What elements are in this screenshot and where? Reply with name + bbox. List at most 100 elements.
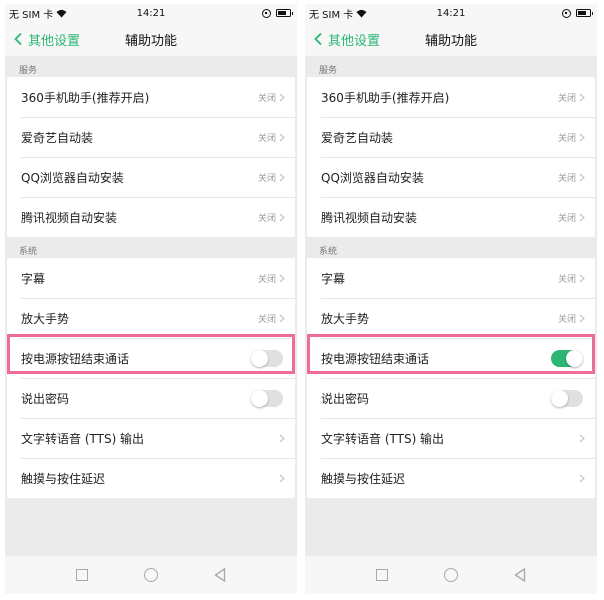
clock: 14:21 (136, 7, 166, 19)
list-item-touch-hold-delay[interactable]: 触摸与按住延迟 (7, 458, 295, 498)
list-item-power-ends-call: 按电源按钮结束通话 (7, 338, 295, 378)
list-item-iqiyi[interactable]: 爱奇艺自动装 关闭 (7, 117, 295, 157)
row-value: 关闭 (257, 93, 276, 104)
list-item-speak-password: 说出密码 (307, 378, 595, 418)
chevron-right-icon (579, 274, 585, 282)
back-triangle-icon[interactable] (514, 568, 526, 582)
services-group: 360手机助手(推荐开启) 关闭 爱奇艺自动装 关闭 QQ浏览器自动安装 关闭 … (7, 77, 295, 237)
list-item-magnification[interactable]: 放大手势 关闭 (7, 298, 295, 338)
row-value: 关闭 (557, 173, 576, 184)
rotation-lock-icon (262, 8, 271, 18)
system-nav-bar (305, 556, 597, 594)
page-title: 辅助功能 (124, 33, 178, 49)
services-group: 360手机助手(推荐开启) 关闭 爱奇艺自动装 关闭 QQ浏览器自动安装 关闭 … (307, 77, 595, 237)
row-label: 放大手势 (321, 311, 370, 326)
toggle-knob (551, 389, 568, 407)
section-label-services: 服务 (19, 66, 38, 76)
back-button[interactable]: 其他设置 (5, 30, 80, 49)
row-value: 关闭 (557, 314, 576, 325)
speak-password-toggle[interactable] (251, 389, 283, 407)
list-item-qq-browser[interactable]: QQ浏览器自动安装 关闭 (7, 157, 295, 197)
row-label: 说出密码 (21, 391, 70, 406)
chevron-right-icon (279, 213, 285, 221)
list-item-touch-hold-delay[interactable]: 触摸与按住延迟 (307, 458, 595, 498)
battery-icon (276, 9, 293, 17)
row-label: 爱奇艺自动装 (321, 130, 394, 145)
row-label: 腾讯视频自动安装 (21, 210, 118, 225)
row-label: 触摸与按住延迟 (21, 471, 106, 486)
chevron-right-icon (579, 93, 585, 101)
row-label: 文字转语音 (TTS) 输出 (321, 431, 445, 446)
row-label: 按电源按钮结束通话 (321, 351, 430, 366)
end-call-toggle[interactable] (251, 349, 283, 367)
row-label: 说出密码 (321, 391, 370, 406)
list-item-magnification[interactable]: 放大手势 关闭 (307, 298, 595, 338)
section-label-system: 系统 (319, 247, 338, 257)
row-value: 关闭 (257, 274, 276, 285)
row-value: 关闭 (557, 274, 576, 285)
back-label: 其他设置 (28, 33, 81, 49)
list-item-tts-output[interactable]: 文字转语音 (TTS) 输出 (7, 418, 295, 458)
wifi-icon (356, 9, 367, 18)
chevron-right-icon (579, 173, 585, 181)
system-nav-bar (5, 556, 297, 594)
row-label: 触摸与按住延迟 (321, 471, 406, 486)
sim-status: 无 SIM 卡 (9, 9, 54, 21)
chevron-right-icon (579, 133, 585, 141)
home-button[interactable] (144, 568, 158, 582)
row-value: 关闭 (257, 133, 276, 144)
page-title: 辅助功能 (424, 33, 478, 49)
section-label-services: 服务 (319, 66, 338, 76)
battery-icon (576, 9, 593, 17)
top-nav-bar: 其他设置 辅助功能 (5, 22, 297, 56)
chevron-right-icon (279, 173, 285, 181)
system-group: 字幕 关闭 放大手势 关闭 按电源按钮结束通话 说出密码 文字转语音 (TTS)… (307, 258, 595, 498)
row-label: 按电源按钮结束通话 (21, 351, 130, 366)
status-bar: 无 SIM 卡 14:21 (305, 4, 597, 22)
sim-status: 无 SIM 卡 (309, 9, 354, 21)
chevron-right-icon (579, 314, 585, 322)
phone-screen-before: 无 SIM 卡 14:21 其他设置 辅助功能 服务 360手机助手(推荐开启)… (5, 4, 297, 594)
chevron-right-icon (279, 93, 285, 101)
chevron-right-icon (579, 213, 585, 221)
phone-screen-after: 无 SIM 卡 14:21 其他设置 辅助功能 服务 360手机助手(推荐开启)… (305, 4, 597, 594)
back-label: 其他设置 (328, 33, 381, 49)
recents-button[interactable] (76, 569, 88, 581)
chevron-left-icon (314, 32, 322, 46)
list-item-360-assistant[interactable]: 360手机助手(推荐开启) 关闭 (7, 77, 295, 117)
row-label: 字幕 (321, 271, 346, 286)
clock: 14:21 (436, 7, 466, 19)
toggle-knob (251, 389, 268, 407)
list-item-qq-browser[interactable]: QQ浏览器自动安装 关闭 (307, 157, 595, 197)
back-triangle-icon[interactable] (214, 568, 226, 582)
list-item-360-assistant[interactable]: 360手机助手(推荐开启) 关闭 (307, 77, 595, 117)
end-call-toggle[interactable] (551, 349, 583, 367)
row-label: 文字转语音 (TTS) 输出 (21, 431, 145, 446)
list-item-tts-output[interactable]: 文字转语音 (TTS) 输出 (307, 418, 595, 458)
row-label: QQ浏览器自动安装 (21, 170, 124, 185)
chevron-right-icon (279, 133, 285, 141)
toggle-knob (566, 349, 583, 367)
row-value: 关闭 (257, 213, 276, 224)
row-value: 关闭 (557, 133, 576, 144)
speak-password-toggle[interactable] (551, 389, 583, 407)
row-label: 放大手势 (21, 311, 70, 326)
home-button[interactable] (444, 568, 458, 582)
rotation-lock-icon (562, 8, 571, 18)
list-item-tencent-video[interactable]: 腾讯视频自动安装 关闭 (7, 197, 295, 237)
row-value: 关闭 (557, 93, 576, 104)
list-item-speak-password: 说出密码 (7, 378, 295, 418)
list-item-captions[interactable]: 字幕 关闭 (307, 258, 595, 298)
chevron-left-icon (14, 32, 22, 46)
list-item-iqiyi[interactable]: 爱奇艺自动装 关闭 (307, 117, 595, 157)
system-group: 字幕 关闭 放大手势 关闭 按电源按钮结束通话 说出密码 文字转语音 (TTS)… (7, 258, 295, 498)
section-label-system: 系统 (19, 247, 38, 257)
list-item-captions[interactable]: 字幕 关闭 (7, 258, 295, 298)
row-value: 关闭 (257, 173, 276, 184)
list-item-tencent-video[interactable]: 腾讯视频自动安装 关闭 (307, 197, 595, 237)
back-button[interactable]: 其他设置 (305, 30, 380, 49)
row-label: 腾讯视频自动安装 (321, 210, 418, 225)
recents-button[interactable] (376, 569, 388, 581)
row-label: 360手机助手(推荐开启) (321, 90, 450, 105)
chevron-right-icon (279, 274, 285, 282)
